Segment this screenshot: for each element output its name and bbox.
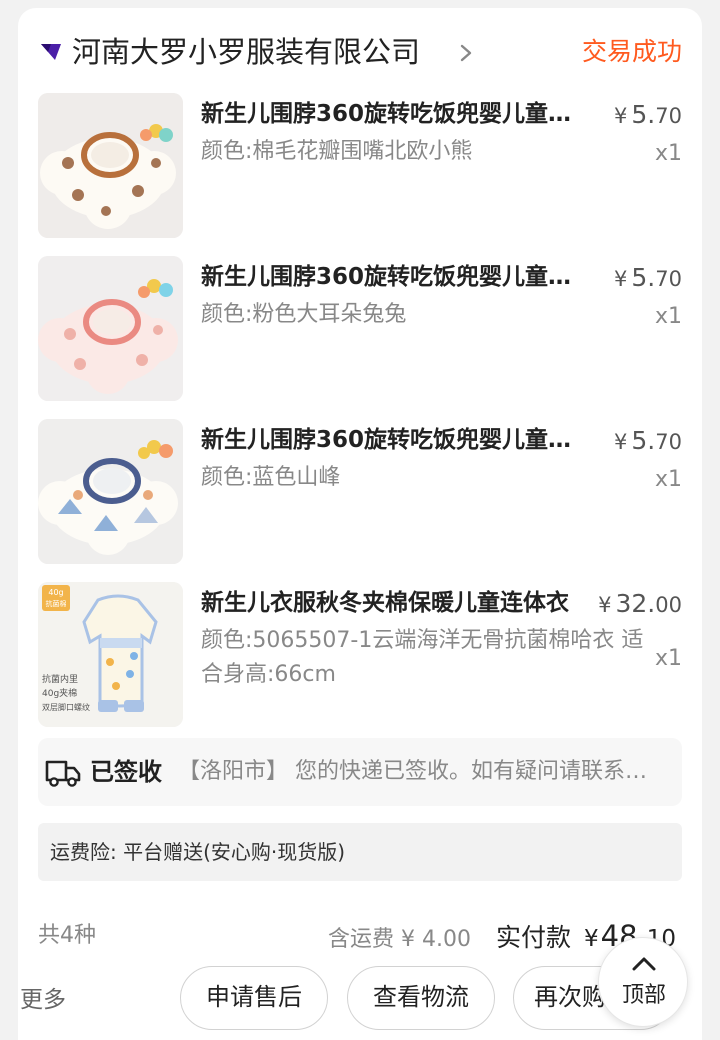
product-spec: 颜色:蓝色山峰 bbox=[201, 465, 341, 490]
svg-text:40g: 40g bbox=[48, 588, 63, 597]
svg-text:抗菌内里: 抗菌内里 bbox=[42, 673, 78, 685]
item-count: 共4种 bbox=[38, 923, 96, 948]
product-thumbnail[interactable] bbox=[38, 93, 183, 238]
product-item[interactable]: 新生儿围脖360旋转吃饭兜婴儿童口水巾 颜色:粉色大耳朵兔兔 ¥5.70 x1 bbox=[38, 256, 682, 402]
product-item[interactable]: 新生儿围脖360旋转吃饭兜婴儿童口水巾 颜色:蓝色山峰 ¥5.70 x1 bbox=[38, 419, 682, 565]
product-price: ¥32.00 bbox=[598, 589, 682, 618]
product-spec: 颜色:棉毛花瓣围嘴北欧小熊 bbox=[201, 139, 473, 164]
product-price: ¥5.70 bbox=[614, 263, 682, 292]
svg-text:抗菌棉: 抗菌棉 bbox=[46, 599, 67, 608]
product-quantity: x1 bbox=[654, 141, 682, 166]
svg-text:40g夹棉: 40g夹棉 bbox=[42, 687, 77, 699]
logistics-status-bar[interactable]: 已签收 【洛阳市】 您的快递已签收。如有疑问请联系快递员 bbox=[38, 738, 682, 806]
chevron-right-icon bbox=[460, 44, 472, 62]
insurance-text: 运费险: 平台赠送(安心购·现货版) bbox=[50, 840, 346, 864]
back-to-top-button[interactable]: 顶部 bbox=[598, 937, 688, 1027]
product-spec: 颜色:粉色大耳朵兔兔 bbox=[201, 302, 407, 327]
order-status: 交易成功 bbox=[581, 37, 682, 66]
shop-name[interactable]: 河南大罗小罗服装有限公司 bbox=[72, 30, 420, 74]
product-spec: 颜色:5065507-1云端海洋无骨抗菌棉哈衣 适合身高:66cm bbox=[201, 628, 644, 687]
paid-label: 实付款 bbox=[496, 923, 572, 952]
chevron-up-icon bbox=[632, 957, 656, 971]
shop-badge-icon bbox=[41, 44, 61, 60]
order-card: 河南大罗小罗服装有限公司 交易成功 新生儿围脖360旋转吃饭兜婴儿童口水巾 颜色… bbox=[18, 8, 702, 1040]
product-item[interactable]: 40g 抗菌棉 抗菌内里 40g夹棉 双层脚口螺纹 新生儿衣服秋冬夹棉保暖儿童连… bbox=[38, 582, 682, 728]
back-to-top-label: 顶部 bbox=[621, 983, 666, 1008]
product-quantity: x1 bbox=[654, 304, 682, 329]
product-thumbnail[interactable]: 40g 抗菌棉 抗菌内里 40g夹棉 双层脚口螺纹 bbox=[38, 582, 183, 727]
truck-icon bbox=[45, 760, 81, 787]
order-summary: 共4种 含运费 ¥ 4.00 实付款 ¥48.10 bbox=[38, 914, 682, 958]
product-title[interactable]: 新生儿围脖360旋转吃饭兜婴儿童口水巾 bbox=[201, 97, 591, 131]
view-logistics-button[interactable]: 查看物流 bbox=[347, 966, 495, 1030]
logistics-status: 已签收 bbox=[90, 758, 162, 786]
product-price: ¥5.70 bbox=[614, 100, 682, 129]
product-title[interactable]: 新生儿衣服秋冬夹棉保暖儿童连体衣 bbox=[201, 586, 571, 620]
product-price: ¥5.70 bbox=[614, 426, 682, 455]
product-title[interactable]: 新生儿围脖360旋转吃饭兜婴儿童口水巾 bbox=[201, 423, 591, 457]
product-quantity: x1 bbox=[654, 646, 682, 671]
shipping-fee: 含运费 ¥ 4.00 bbox=[328, 927, 471, 952]
product-title[interactable]: 新生儿围脖360旋转吃饭兜婴儿童口水巾 bbox=[201, 260, 591, 294]
after-sale-button[interactable]: 申请售后 bbox=[180, 966, 328, 1030]
svg-text:双层脚口螺纹: 双层脚口螺纹 bbox=[42, 702, 90, 712]
shop-header[interactable]: 河南大罗小罗服装有限公司 交易成功 bbox=[38, 30, 682, 74]
product-thumbnail[interactable] bbox=[38, 419, 183, 564]
product-thumbnail[interactable] bbox=[38, 256, 183, 401]
more-link[interactable]: 更多 bbox=[20, 980, 66, 1020]
product-quantity: x1 bbox=[654, 467, 682, 492]
shipping-insurance: 运费险: 平台赠送(安心购·现货版) bbox=[38, 823, 682, 881]
logistics-message: 【洛阳市】 您的快递已签收。如有疑问请联系快递员 bbox=[178, 759, 668, 784]
product-item[interactable]: 新生儿围脖360旋转吃饭兜婴儿童口水巾 颜色:棉毛花瓣围嘴北欧小熊 ¥5.70 … bbox=[38, 93, 682, 239]
